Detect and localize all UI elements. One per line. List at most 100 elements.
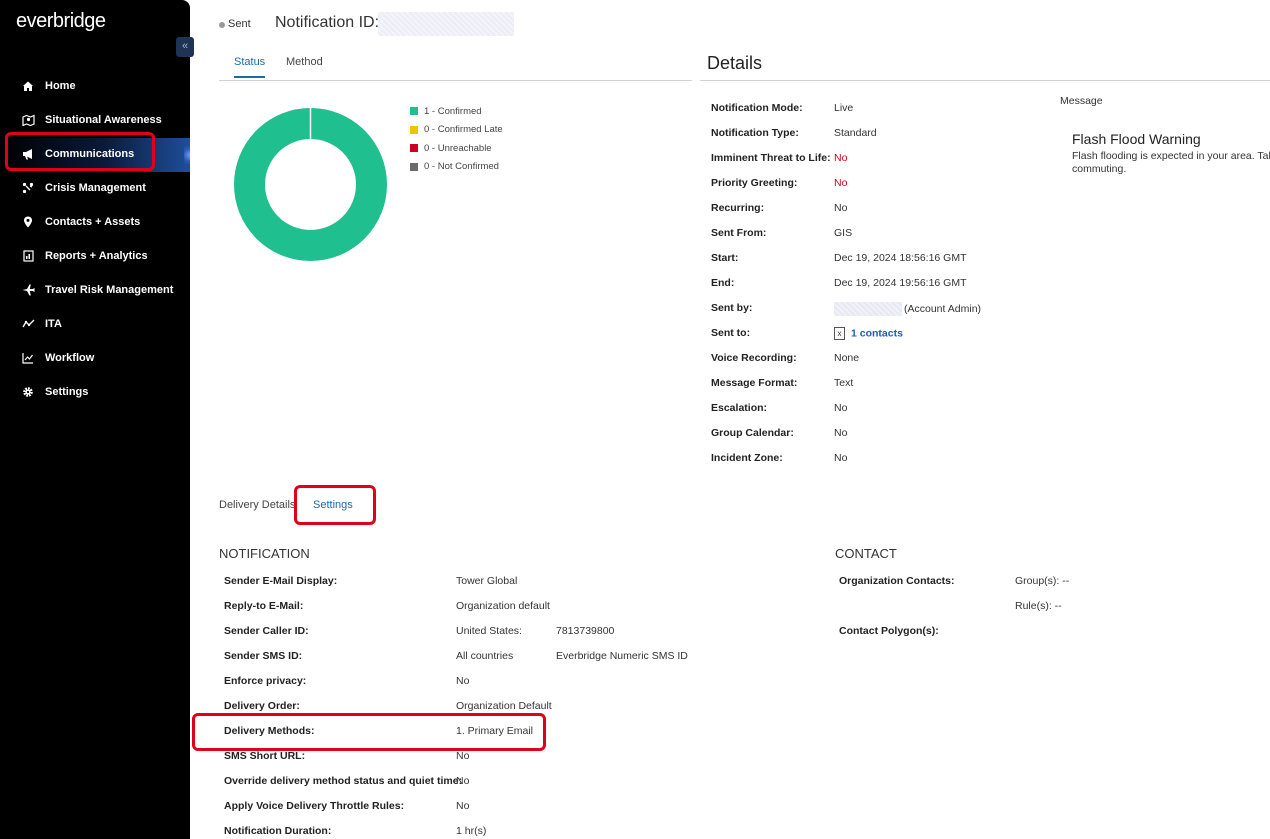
detail-value: No	[834, 177, 848, 189]
sidebar-item-communications[interactable]: Communications	[0, 138, 190, 172]
tab-method[interactable]: Method	[286, 56, 323, 76]
detail-label: Escalation:	[711, 402, 768, 414]
legend-swatch	[410, 144, 418, 153]
tab-status[interactable]: Status	[234, 56, 266, 78]
contact-label: Contact Polygon(s):	[839, 625, 939, 637]
home-icon	[20, 78, 36, 94]
message-title: Flash Flood Warning	[1072, 131, 1201, 147]
details-title: Details	[707, 53, 763, 73]
detail-label: Voice Recording:	[711, 352, 797, 364]
detail-label: Incident Zone:	[711, 452, 783, 464]
setting-label: Reply-to E-Mail:	[224, 600, 304, 612]
sidebar-item-reports-analytics[interactable]: Reports + Analytics	[0, 240, 190, 274]
detail-value: Text	[834, 377, 854, 389]
contact-row: Rule(s): --	[839, 598, 1259, 623]
sidebar-item-label: Situational Awareness	[45, 114, 162, 126]
sidebar: everbridge « Home Situational Awareness …	[0, 0, 194, 839]
contact-row: Contact Polygon(s):	[839, 623, 1259, 648]
setting-value: No	[456, 675, 470, 687]
sidebar-item-label: Travel Risk Management	[45, 284, 174, 296]
plane-icon	[20, 282, 36, 298]
setting-row: Sender E-Mail Display: Tower Global	[224, 573, 704, 598]
details-table: Notification Mode: Live Notification Type…	[711, 100, 1041, 475]
detail-value: No	[834, 152, 848, 164]
legend-swatch	[410, 107, 418, 116]
legend-label: 0 - Not Confirmed	[424, 161, 499, 173]
detail-value: Live	[834, 102, 854, 114]
chart-line-icon	[20, 350, 36, 366]
notification-id-label: Notification ID:	[275, 14, 380, 31]
legend-item-confirmed-late[interactable]: 0 - Confirmed Late	[410, 121, 503, 140]
legend-item-confirmed[interactable]: 1 - Confirmed	[410, 102, 503, 121]
sidebar-item-settings[interactable]: Settings	[0, 376, 190, 410]
notification-settings-table: Sender E-Mail Display: Tower Global Reply…	[224, 573, 704, 839]
detail-row: Priority Greeting: No	[711, 175, 1041, 200]
detail-label: End:	[711, 277, 735, 289]
sidebar-item-travel-risk[interactable]: Travel Risk Management	[0, 274, 190, 308]
detail-label: Sent by:	[711, 302, 753, 314]
detail-value-sent-by: (Account Admin)	[834, 302, 981, 316]
notification-section-title: NOTIFICATION	[219, 546, 310, 561]
detail-row: Notification Mode: Live	[711, 100, 1041, 125]
contact-section-title: CONTACT	[835, 546, 897, 561]
sidebar-item-situational-awareness[interactable]: Situational Awareness	[0, 104, 190, 138]
setting-row: Enforce privacy: No	[224, 673, 704, 698]
sidebar-item-contacts-assets[interactable]: Contacts + Assets	[0, 206, 190, 240]
detail-row: Recurring: No	[711, 200, 1041, 225]
sidebar-item-label: Settings	[45, 386, 89, 398]
detail-value: Dec 19, 2024 18:56:16 GMT	[834, 252, 967, 264]
everbridge-logo[interactable]: everbridge	[16, 10, 106, 33]
setting-label: SMS Short URL:	[224, 750, 306, 762]
setting-value: No	[456, 800, 470, 812]
detail-value: Dec 19, 2024 19:56:16 GMT	[834, 277, 967, 289]
status-donut-chart	[234, 107, 387, 261]
crisis-icon	[20, 180, 36, 196]
tab-delivery-details[interactable]: Delivery Details	[219, 499, 295, 511]
setting-row: Notification Duration: 1 hr(s)	[224, 823, 704, 839]
setting-row: Sender Caller ID: United States: 781373980…	[224, 623, 704, 648]
setting-row: SMS Short URL: No	[224, 748, 704, 773]
setting-row: Apply Voice Delivery Throttle Rules: No	[224, 798, 704, 823]
setting-label: Enforce privacy:	[224, 675, 307, 687]
detail-label: Recurring:	[711, 202, 765, 214]
notification-id-redacted	[378, 12, 514, 36]
legend-item-not-confirmed[interactable]: 0 - Not Confirmed	[410, 158, 503, 177]
sent-to-count: 1 contacts	[851, 327, 903, 340]
sidebar-item-workflow[interactable]: Workflow	[0, 342, 190, 376]
legend-label: 0 - Confirmed Late	[424, 124, 503, 136]
sidebar-item-ita[interactable]: ITA	[0, 308, 190, 342]
contact-value: Rule(s): --	[1015, 600, 1062, 612]
detail-row: Group Calendar: No	[711, 425, 1041, 450]
detail-row: Imminent Threat to Life: No	[711, 150, 1041, 175]
donut-segment-confirmed[interactable]	[234, 108, 387, 261]
detail-value: No	[834, 202, 848, 214]
setting-label: Delivery Order:	[224, 700, 300, 712]
detail-value: No	[834, 452, 848, 464]
status-legend: 1 - Confirmed 0 - Confirmed Late 0 - Unr…	[410, 102, 503, 176]
setting-label: Sender E-Mail Display:	[224, 575, 338, 587]
detail-row: Sent to: x 1 contacts	[711, 325, 1041, 350]
detail-value: None	[834, 352, 860, 364]
detail-row: Sent by: (Account Admin)	[711, 300, 1041, 325]
sidebar-item-home[interactable]: Home	[0, 70, 190, 104]
setting-value: 1 hr(s)	[456, 825, 487, 837]
detail-value: GIS	[834, 227, 853, 239]
setting-label: Notification Duration:	[224, 825, 332, 837]
sidebar-item-crisis-management[interactable]: Crisis Management	[0, 172, 190, 206]
setting-label: Sender Caller ID:	[224, 625, 309, 637]
sent-to-contacts-link[interactable]: x 1 contacts	[834, 327, 903, 340]
setting-value: Tower Global	[456, 575, 518, 587]
setting-value-secondary: 7813739800	[556, 625, 615, 637]
message-body-line: commuting.	[1072, 163, 1127, 175]
detail-row: Incident Zone: No	[711, 450, 1041, 475]
sidebar-item-label: Reports + Analytics	[45, 250, 148, 262]
legend-item-unreachable[interactable]: 0 - Unreachable	[410, 139, 503, 158]
legend-swatch	[410, 125, 418, 134]
contact-row: Organization Contacts: Group(s): --	[839, 573, 1259, 598]
ita-icon	[20, 316, 36, 332]
detail-label: Notification Mode:	[711, 102, 803, 114]
detail-row: Start: Dec 19, 2024 18:56:16 GMT	[711, 250, 1041, 275]
setting-row: Override delivery method status and quie…	[224, 773, 704, 798]
collapse-sidebar-button[interactable]: «	[176, 37, 194, 57]
setting-value: Organization default	[456, 600, 550, 612]
